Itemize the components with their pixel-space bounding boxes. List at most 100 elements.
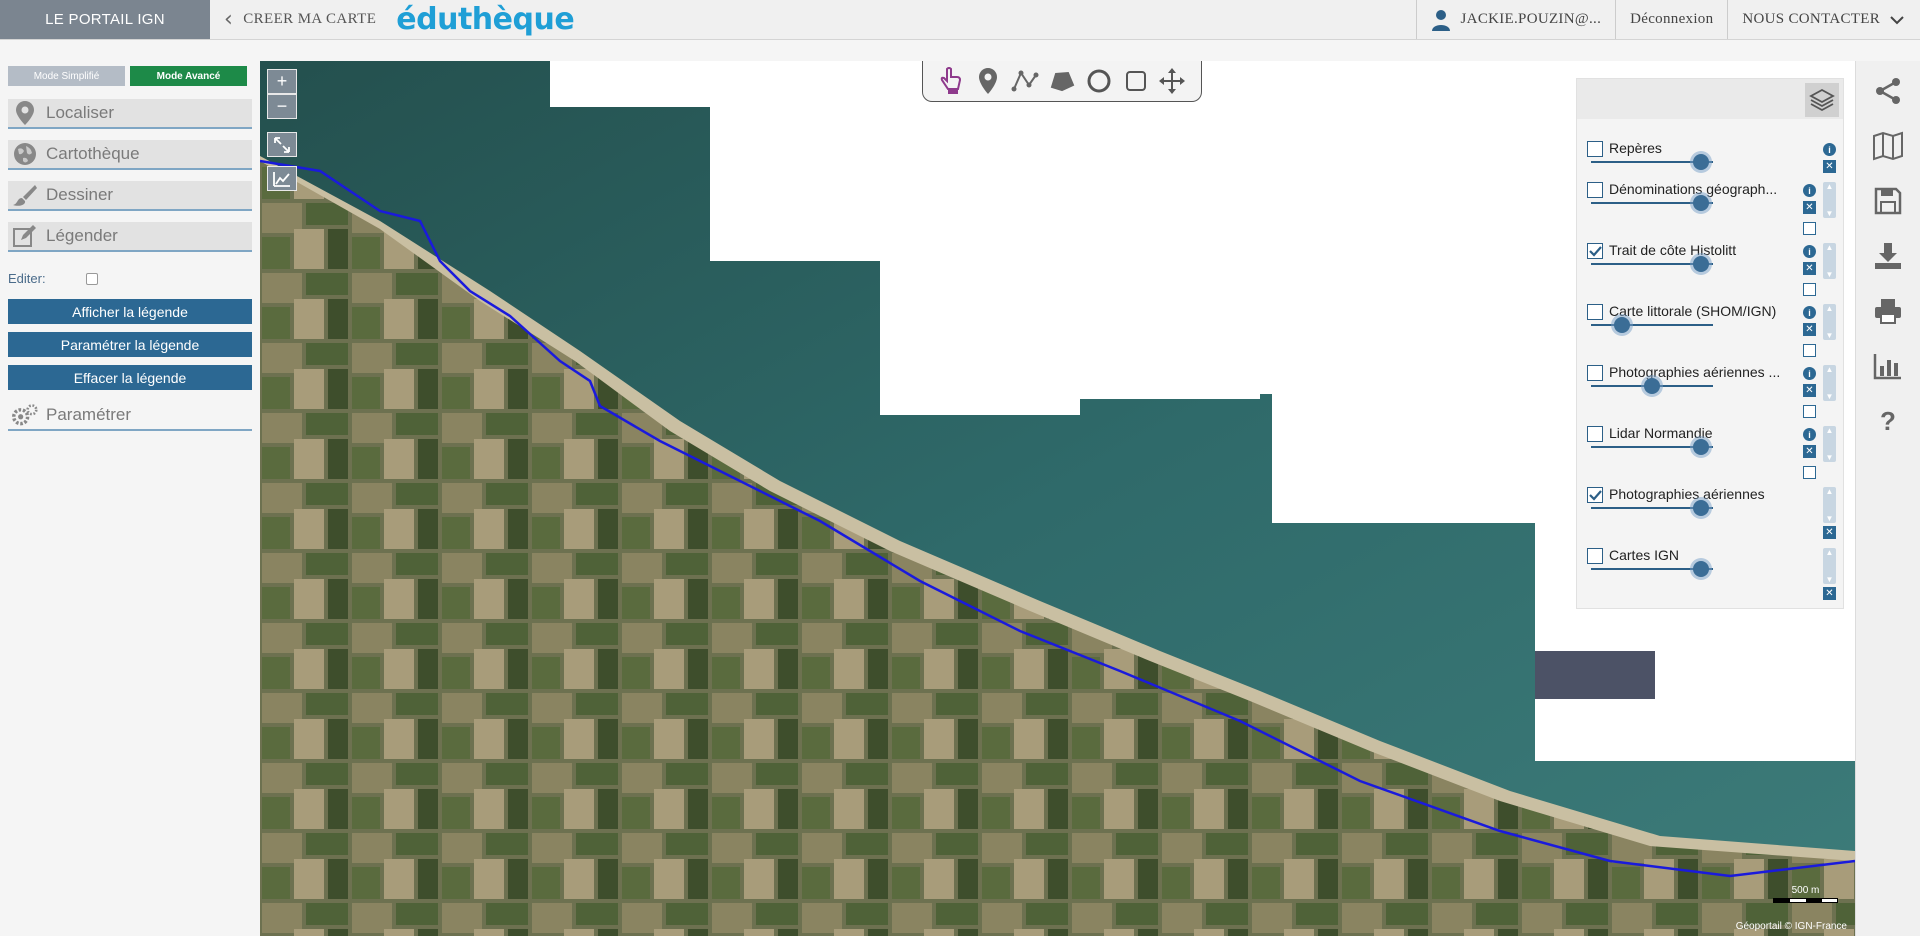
rectangle-tool[interactable] bbox=[1122, 67, 1150, 95]
layer-remove-icon[interactable]: ✕ bbox=[1823, 160, 1836, 173]
opacity-slider-handle[interactable] bbox=[1692, 500, 1709, 516]
mode-advanced-button[interactable]: Mode Avancé bbox=[130, 66, 247, 86]
layer-reorder-arrows[interactable]: ▲ ▼ bbox=[1823, 487, 1836, 523]
layer-duplicate-icon[interactable] bbox=[1803, 466, 1816, 479]
edutheque-logo[interactable]: éduthèque bbox=[396, 0, 574, 39]
rectangle-icon bbox=[1125, 71, 1146, 91]
create-map-link[interactable]: ‹ CREER MA CARTE bbox=[210, 0, 376, 39]
layer-reorder-arrows[interactable]: ▲ ▼ bbox=[1823, 365, 1836, 401]
configure-legend-button[interactable]: Paramétrer la légende bbox=[8, 332, 252, 357]
layer-checkbox[interactable] bbox=[1587, 487, 1603, 503]
layer-remove-icon[interactable]: ✕ bbox=[1823, 526, 1836, 539]
layer-reorder-arrows[interactable]: ▲ ▼ bbox=[1823, 426, 1836, 462]
arrow-up-icon[interactable]: ▲ bbox=[1826, 548, 1834, 557]
logout-link[interactable]: Déconnexion bbox=[1615, 0, 1727, 39]
menu-parametrer[interactable]: Paramétrer bbox=[8, 401, 252, 431]
menu-dessiner[interactable]: Dessiner bbox=[8, 181, 252, 211]
contact-menu[interactable]: NOUS CONTACTER bbox=[1727, 0, 1920, 39]
fullscreen-button[interactable] bbox=[267, 132, 297, 157]
arrow-down-icon[interactable]: ▼ bbox=[1826, 270, 1834, 279]
menu-cartotheque[interactable]: Cartothèque bbox=[8, 140, 252, 170]
opacity-slider[interactable] bbox=[1591, 324, 1713, 326]
opacity-slider-handle[interactable] bbox=[1644, 378, 1660, 394]
opacity-slider-handle[interactable] bbox=[1692, 154, 1709, 170]
clear-legend-button[interactable]: Effacer la légende bbox=[8, 365, 252, 390]
layer-info-icon[interactable]: i bbox=[1803, 367, 1816, 380]
layer-info-icon[interactable]: i bbox=[1803, 245, 1816, 258]
download-icon bbox=[1875, 243, 1901, 269]
layer-remove-icon[interactable]: ✕ bbox=[1803, 201, 1816, 214]
layer-remove-icon[interactable]: ✕ bbox=[1803, 323, 1816, 336]
download-button[interactable] bbox=[1868, 236, 1908, 276]
layer-checkbox[interactable] bbox=[1587, 304, 1603, 320]
layer-remove-icon[interactable]: ✕ bbox=[1803, 384, 1816, 397]
move-tool[interactable] bbox=[1158, 67, 1186, 95]
circle-tool[interactable] bbox=[1085, 67, 1113, 95]
layer-checkbox[interactable] bbox=[1587, 548, 1603, 564]
layer-reorder-arrows[interactable]: ▲ ▼ bbox=[1823, 304, 1836, 340]
polygon-tool[interactable] bbox=[1048, 67, 1076, 95]
opacity-slider-handle[interactable] bbox=[1692, 195, 1709, 211]
layer-checkbox[interactable] bbox=[1587, 182, 1603, 198]
elevation-profile-button[interactable] bbox=[267, 166, 297, 191]
arrow-up-icon[interactable]: ▲ bbox=[1826, 426, 1834, 435]
zoom-in-button[interactable]: + bbox=[267, 69, 297, 94]
arrow-up-icon[interactable]: ▲ bbox=[1826, 243, 1834, 252]
statistics-button[interactable] bbox=[1868, 346, 1908, 386]
portal-ign-link[interactable]: LE PORTAIL IGN bbox=[0, 0, 210, 39]
show-legend-button[interactable]: Afficher la légende bbox=[8, 299, 252, 324]
print-button[interactable] bbox=[1868, 291, 1908, 331]
opacity-slider-handle[interactable] bbox=[1692, 256, 1709, 272]
mode-simplified-button[interactable]: Mode Simplifié bbox=[8, 66, 125, 86]
layer-duplicate-icon[interactable] bbox=[1803, 283, 1816, 296]
layer-checkbox[interactable] bbox=[1587, 426, 1603, 442]
help-button[interactable]: ? bbox=[1868, 401, 1908, 441]
layer-name: Photographies aériennes ... bbox=[1609, 364, 1781, 380]
zoom-out-button[interactable]: − bbox=[267, 94, 297, 119]
layer-remove-icon[interactable]: ✕ bbox=[1823, 587, 1836, 600]
location-pin-icon bbox=[12, 101, 38, 125]
marker-tool[interactable] bbox=[974, 67, 1002, 95]
menu-dessiner-label: Dessiner bbox=[46, 185, 114, 204]
layer-row: Photographies aériennesi✕▲▼ bbox=[1577, 486, 1845, 547]
layer-info-icon[interactable]: i bbox=[1803, 428, 1816, 441]
layer-checkbox[interactable] bbox=[1587, 365, 1603, 381]
arrow-down-icon[interactable]: ▼ bbox=[1826, 331, 1834, 340]
arrow-up-icon[interactable]: ▲ bbox=[1826, 487, 1834, 496]
menu-localiser[interactable]: Localiser bbox=[8, 99, 252, 129]
opacity-slider-handle[interactable] bbox=[1692, 439, 1709, 455]
edit-checkbox[interactable] bbox=[85, 272, 98, 285]
save-button[interactable] bbox=[1868, 181, 1908, 221]
layer-duplicate-icon[interactable] bbox=[1803, 405, 1816, 418]
layer-checkbox[interactable] bbox=[1587, 243, 1603, 259]
layer-info-icon[interactable]: i bbox=[1803, 306, 1816, 319]
pointer-hand-tool[interactable] bbox=[937, 67, 965, 95]
arrow-down-icon[interactable]: ▼ bbox=[1826, 209, 1834, 218]
arrow-up-icon[interactable]: ▲ bbox=[1826, 304, 1834, 313]
layer-info-icon[interactable]: i bbox=[1803, 184, 1816, 197]
polyline-tool[interactable] bbox=[1011, 67, 1039, 95]
layer-duplicate-icon[interactable] bbox=[1803, 344, 1816, 357]
layers-toggle-button[interactable] bbox=[1805, 83, 1839, 117]
layer-remove-icon[interactable]: ✕ bbox=[1803, 445, 1816, 458]
map-button[interactable] bbox=[1868, 126, 1908, 166]
arrow-up-icon[interactable]: ▲ bbox=[1826, 365, 1834, 374]
arrow-down-icon[interactable]: ▼ bbox=[1826, 514, 1834, 523]
layer-duplicate-icon[interactable] bbox=[1803, 222, 1816, 235]
arrow-down-icon[interactable]: ▼ bbox=[1826, 575, 1834, 584]
menu-legender[interactable]: Légender bbox=[8, 222, 252, 252]
arrow-down-icon[interactable]: ▼ bbox=[1826, 392, 1834, 401]
arrow-up-icon[interactable]: ▲ bbox=[1826, 182, 1834, 191]
opacity-slider-handle[interactable] bbox=[1692, 561, 1709, 577]
share-button[interactable] bbox=[1868, 71, 1908, 111]
arrow-down-icon[interactable]: ▼ bbox=[1826, 453, 1834, 462]
layer-reorder-arrows[interactable]: ▲ ▼ bbox=[1823, 182, 1836, 218]
layer-reorder-arrows[interactable]: ▲ ▼ bbox=[1823, 243, 1836, 279]
layer-info-icon[interactable]: i bbox=[1823, 143, 1836, 156]
layer-remove-icon[interactable]: ✕ bbox=[1803, 262, 1816, 275]
opacity-slider-handle[interactable] bbox=[1613, 317, 1630, 333]
user-icon bbox=[1431, 9, 1450, 31]
layer-reorder-arrows[interactable]: ▲ ▼ bbox=[1823, 548, 1836, 584]
layer-checkbox[interactable] bbox=[1587, 141, 1603, 157]
user-menu[interactable]: JACKIE.POUZIN@... bbox=[1415, 0, 1616, 39]
